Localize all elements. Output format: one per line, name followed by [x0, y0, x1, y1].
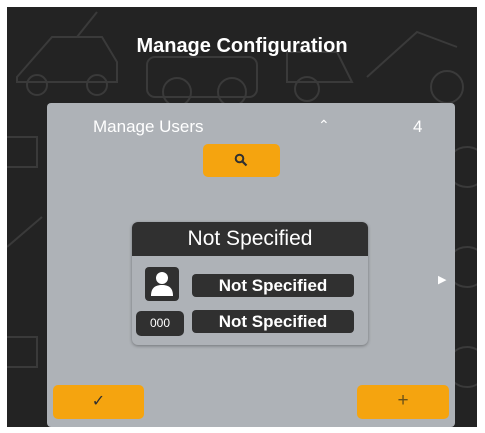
- user-count: 4: [413, 117, 423, 136]
- person-icon: [151, 272, 173, 296]
- add-user-button[interactable]: +: [357, 385, 449, 419]
- app-window: Manage Configuration Manage Users ⌃ 4 No…: [7, 7, 477, 427]
- user-field-1: Not Specified: [192, 274, 354, 297]
- chevron-up-icon[interactable]: ⌃: [318, 117, 330, 134]
- confirm-button[interactable]: ✓: [53, 385, 144, 419]
- chevron-right-icon[interactable]: ▶: [438, 273, 446, 286]
- avatar: [145, 267, 179, 301]
- manage-users-panel: Manage Users ⌃ 4 Not Specified 000 Not S…: [47, 103, 455, 427]
- user-card[interactable]: Not Specified 000 Not Specified Not Spec…: [132, 222, 368, 345]
- user-id-badge: 000: [136, 311, 184, 336]
- search-icon: [234, 153, 248, 167]
- user-field-2: Not Specified: [192, 310, 354, 333]
- manage-users-label: Manage Users: [93, 117, 204, 136]
- page-title: Manage Configuration: [136, 35, 348, 57]
- search-button[interactable]: [203, 144, 280, 177]
- user-card-header: Not Specified: [132, 222, 368, 256]
